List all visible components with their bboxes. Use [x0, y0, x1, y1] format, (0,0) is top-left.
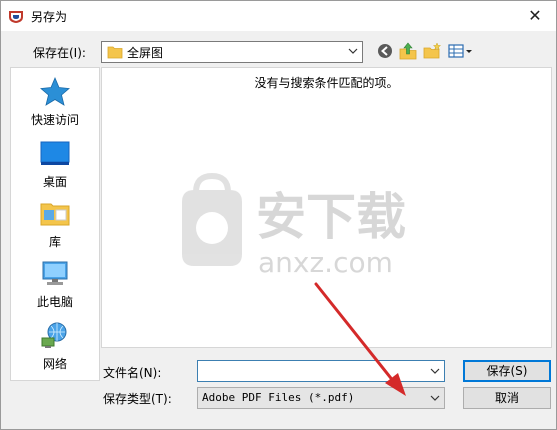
save-button[interactable]: 保存(S)	[463, 360, 551, 382]
watermark-text: 安下载	[256, 188, 406, 246]
places-bar: 快速访问 桌面 库 此电脑 网络	[10, 67, 100, 381]
place-label: 此电脑	[36, 295, 73, 309]
chevron-down-icon[interactable]	[430, 367, 440, 375]
save-as-dialog: 另存为 ✕ 保存在(I): 全屏图 快速访问 桌面 库 此电脑 网络 没有与搜索…	[0, 0, 557, 430]
file-list[interactable]: 没有与搜索条件匹配的项。 安下载 anxz.com	[101, 67, 552, 348]
place-library[interactable]: 库	[11, 198, 99, 250]
app-icon	[9, 11, 23, 23]
computer-icon	[42, 261, 68, 285]
library-icon	[40, 203, 70, 226]
chevron-down-icon	[430, 395, 440, 401]
filetype-value: Adobe PDF Files (*.pdf)	[202, 391, 355, 404]
place-this-pc[interactable]: 此电脑	[11, 258, 99, 310]
new-folder-icon[interactable]	[422, 41, 442, 61]
network-icon	[41, 322, 67, 348]
filetype-label: 保存类型(T):	[103, 392, 172, 406]
place-desktop[interactable]: 桌面	[11, 138, 99, 190]
folder-icon	[107, 46, 123, 59]
filename-label: 文件名(N):	[103, 366, 162, 380]
view-menu-icon[interactable]	[447, 41, 473, 61]
watermark-subtext: anxz.com	[258, 246, 393, 279]
place-label: 网络	[42, 357, 67, 371]
lookin-combo[interactable]: 全屏图	[101, 41, 363, 63]
filetype-select[interactable]: Adobe PDF Files (*.pdf)	[197, 387, 445, 409]
star-icon	[40, 76, 70, 106]
filename-input[interactable]	[197, 360, 445, 382]
lookin-label: 保存在(I):	[33, 46, 86, 60]
place-label: 快速访问	[30, 113, 79, 127]
close-button[interactable]: ✕	[514, 1, 556, 31]
lookin-value: 全屏图	[127, 46, 164, 60]
window-title: 另存为	[31, 10, 68, 24]
watermark: 安下载 anxz.com	[182, 172, 406, 279]
cancel-button[interactable]: 取消	[463, 387, 551, 409]
close-icon: ✕	[528, 6, 542, 25]
empty-message: 没有与搜索条件匹配的项。	[254, 76, 399, 90]
place-label: 桌面	[42, 175, 67, 189]
place-quick-access[interactable]: 快速访问	[11, 76, 99, 128]
up-folder-icon[interactable]	[398, 41, 418, 61]
place-network[interactable]: 网络	[11, 320, 99, 372]
chevron-down-icon	[348, 48, 358, 54]
title-bar: 另存为 ✕	[1, 1, 556, 31]
back-icon[interactable]	[376, 41, 394, 61]
place-label: 库	[48, 235, 61, 249]
desktop-icon	[40, 141, 70, 165]
